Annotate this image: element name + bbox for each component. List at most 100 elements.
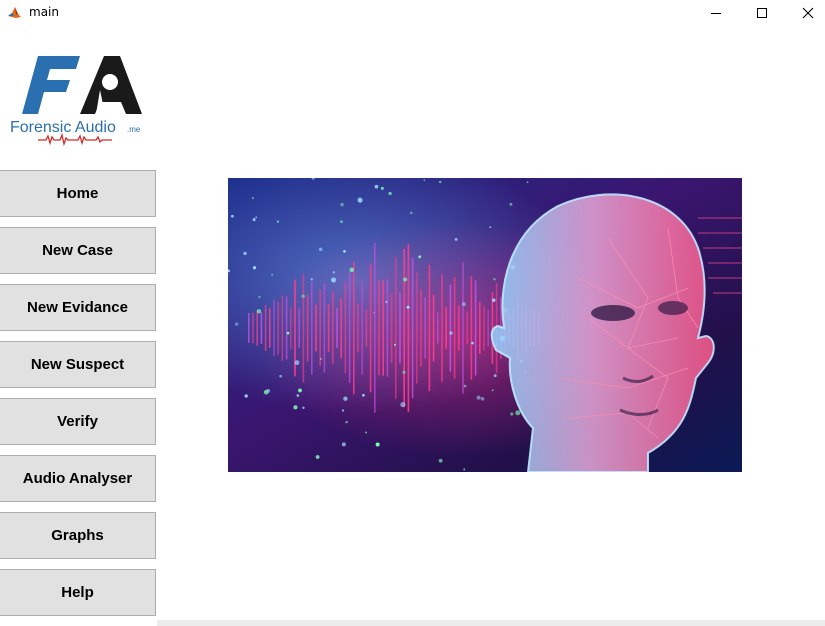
particle-dot xyxy=(385,300,388,303)
particle-dot xyxy=(341,442,346,447)
help-button[interactable]: Help xyxy=(0,569,156,616)
wave-bar xyxy=(365,309,368,347)
particle-dot xyxy=(362,393,365,397)
wave-bar xyxy=(311,281,313,375)
particle-dot xyxy=(343,250,346,253)
particle-dot xyxy=(402,370,406,374)
wave-bar xyxy=(445,307,447,349)
wave-bar xyxy=(269,308,271,348)
particle-dot xyxy=(463,384,467,388)
particle-dot xyxy=(256,309,262,314)
particle-dot xyxy=(357,197,363,203)
wave-bar xyxy=(432,294,435,362)
wave-bar xyxy=(378,280,380,376)
particle-dot xyxy=(509,202,513,206)
wave-bar xyxy=(302,273,305,383)
particle-dot xyxy=(480,396,485,401)
particle-dot xyxy=(251,196,254,200)
particle-dot xyxy=(489,226,492,228)
particle-dot xyxy=(423,179,426,182)
wave-bar xyxy=(281,295,284,361)
wave-bar xyxy=(424,297,426,359)
new-suspect-button[interactable]: New Suspect xyxy=(0,341,156,388)
wave-bar xyxy=(290,307,292,349)
particle-dot xyxy=(252,218,256,222)
particle-dot xyxy=(476,395,481,400)
particle-dot xyxy=(340,202,344,207)
particle-dot xyxy=(258,295,261,299)
particle-dot xyxy=(492,298,496,302)
wave-bar xyxy=(466,311,468,345)
wave-bar xyxy=(319,289,321,367)
particle-dot xyxy=(349,267,355,273)
particle-dot xyxy=(410,211,413,215)
particle-dot xyxy=(388,191,392,196)
wave-bar xyxy=(407,244,410,412)
logo-suffix: .me xyxy=(127,125,141,134)
wave-bar xyxy=(264,305,267,351)
wave-bar xyxy=(323,283,326,373)
particle-dot xyxy=(310,278,313,281)
wave-bar xyxy=(361,281,363,375)
particle-dot xyxy=(301,294,305,298)
title-bar[interactable]: main xyxy=(0,0,825,26)
wave-bar xyxy=(306,294,309,362)
help-button-label: Help xyxy=(61,584,94,601)
particle-dot xyxy=(463,468,466,471)
wave-bar xyxy=(458,305,460,351)
particle-dot xyxy=(286,331,290,335)
wave-bar xyxy=(420,289,422,367)
particle-dot xyxy=(375,442,380,447)
particle-dot xyxy=(298,388,302,393)
new-evidance-button[interactable]: New Evidance xyxy=(0,284,156,331)
wave-bar xyxy=(315,304,317,352)
wave-bar xyxy=(470,276,473,380)
particle-dot xyxy=(243,251,247,256)
maximize-button[interactable] xyxy=(739,0,785,26)
main-window: main Forensic Audio .me Home New Case Ne… xyxy=(0,0,825,626)
particle-dot xyxy=(373,312,375,314)
wave-bar xyxy=(462,262,464,394)
home-button[interactable]: Home xyxy=(0,170,156,217)
wave-bar xyxy=(416,272,418,384)
wave-bar xyxy=(256,310,258,346)
particle-dot xyxy=(252,266,257,270)
particle-dot xyxy=(438,458,443,463)
particle-dot xyxy=(393,343,396,346)
audio-analyser-button[interactable]: Audio Analyser xyxy=(0,455,156,502)
particle-dot xyxy=(343,396,348,401)
particle-dot xyxy=(493,374,497,378)
new-case-button[interactable]: New Case xyxy=(0,227,156,274)
particle-dot xyxy=(438,180,442,184)
graphs-button[interactable]: Graphs xyxy=(0,512,156,559)
minimize-button[interactable] xyxy=(693,0,739,26)
wave-bar xyxy=(357,303,359,353)
wave-bar xyxy=(483,305,485,351)
audio-analyser-button-label: Audio Analyser xyxy=(22,470,133,487)
wave-bar xyxy=(353,261,355,395)
wave-bar xyxy=(403,248,405,408)
particle-dot xyxy=(296,394,300,397)
particle-dot xyxy=(332,271,335,274)
wave-bar xyxy=(479,302,481,354)
new-suspect-button-label: New Suspect xyxy=(30,356,125,373)
wave-bar xyxy=(260,312,263,344)
new-evidance-button-label: New Evidance xyxy=(27,299,128,316)
wave-bar xyxy=(411,257,414,399)
wave-bar xyxy=(340,298,342,358)
particle-dot xyxy=(493,278,496,281)
hero-image xyxy=(228,178,742,472)
particle-dot xyxy=(374,184,379,189)
particle-dot xyxy=(330,277,337,283)
graphs-button-label: Graphs xyxy=(51,527,104,544)
particle-dot xyxy=(418,255,422,259)
verify-button[interactable]: Verify xyxy=(0,398,156,445)
particle-dot xyxy=(454,237,458,241)
wave-bar xyxy=(437,312,439,344)
particle-dot xyxy=(345,420,348,424)
wave-bar xyxy=(395,257,397,399)
close-icon xyxy=(802,7,814,19)
close-button[interactable] xyxy=(785,0,825,26)
particle-dot xyxy=(320,358,322,360)
wave-bar xyxy=(369,263,372,393)
